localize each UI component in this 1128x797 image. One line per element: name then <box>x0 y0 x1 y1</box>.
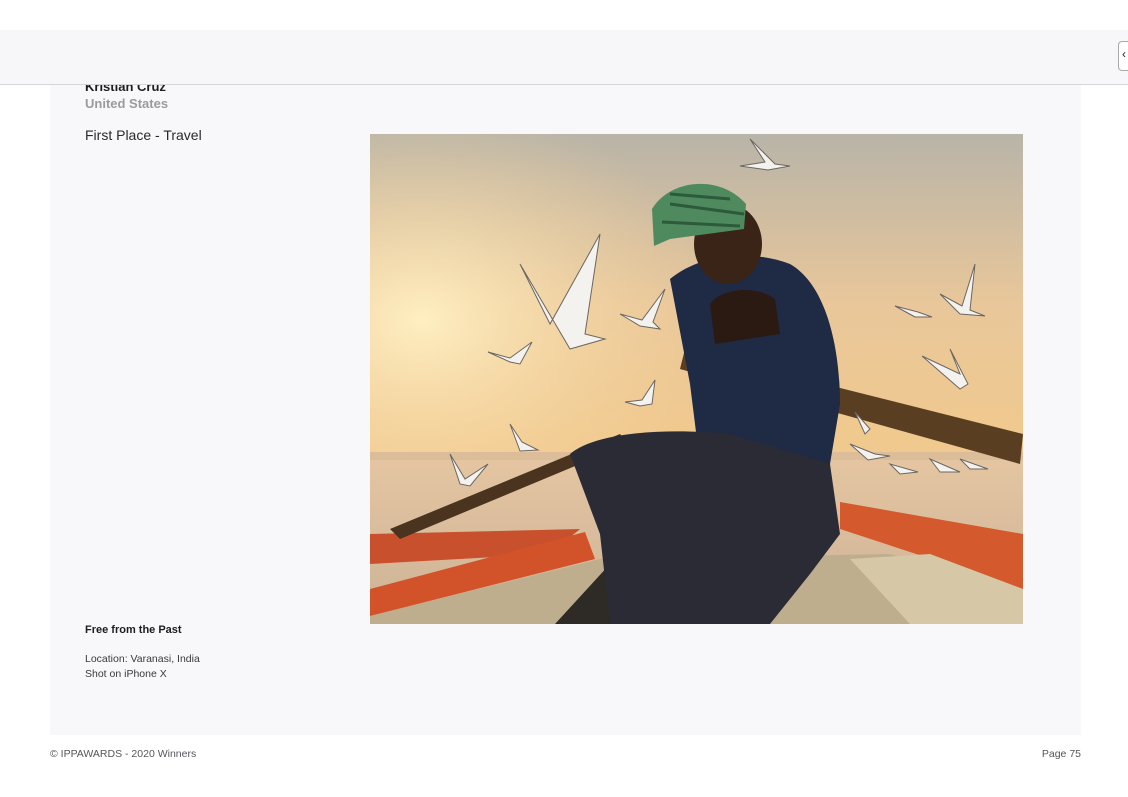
viewer-toolbar: ‹ <box>0 30 1128 85</box>
photographer-country: United States <box>85 96 169 111</box>
photo-title: Free from the Past <box>85 624 182 636</box>
document-page: Kristian Cruz United States First Place … <box>50 85 1081 735</box>
chevron-left-icon: ‹ <box>1122 47 1126 61</box>
award-category: First Place - Travel <box>85 127 202 143</box>
photo-location: Location: Varanasi, India <box>85 653 200 665</box>
winning-photo <box>370 134 1023 624</box>
photographer-name: Kristian Cruz <box>85 85 166 94</box>
photo-device: Shot on iPhone X <box>85 668 167 680</box>
copyright-footer: © IPPAWARDS - 2020 Winners <box>50 748 197 760</box>
toolbar-nav-button[interactable]: ‹ <box>1118 41 1128 71</box>
page-number: Page 75 <box>1041 748 1081 760</box>
